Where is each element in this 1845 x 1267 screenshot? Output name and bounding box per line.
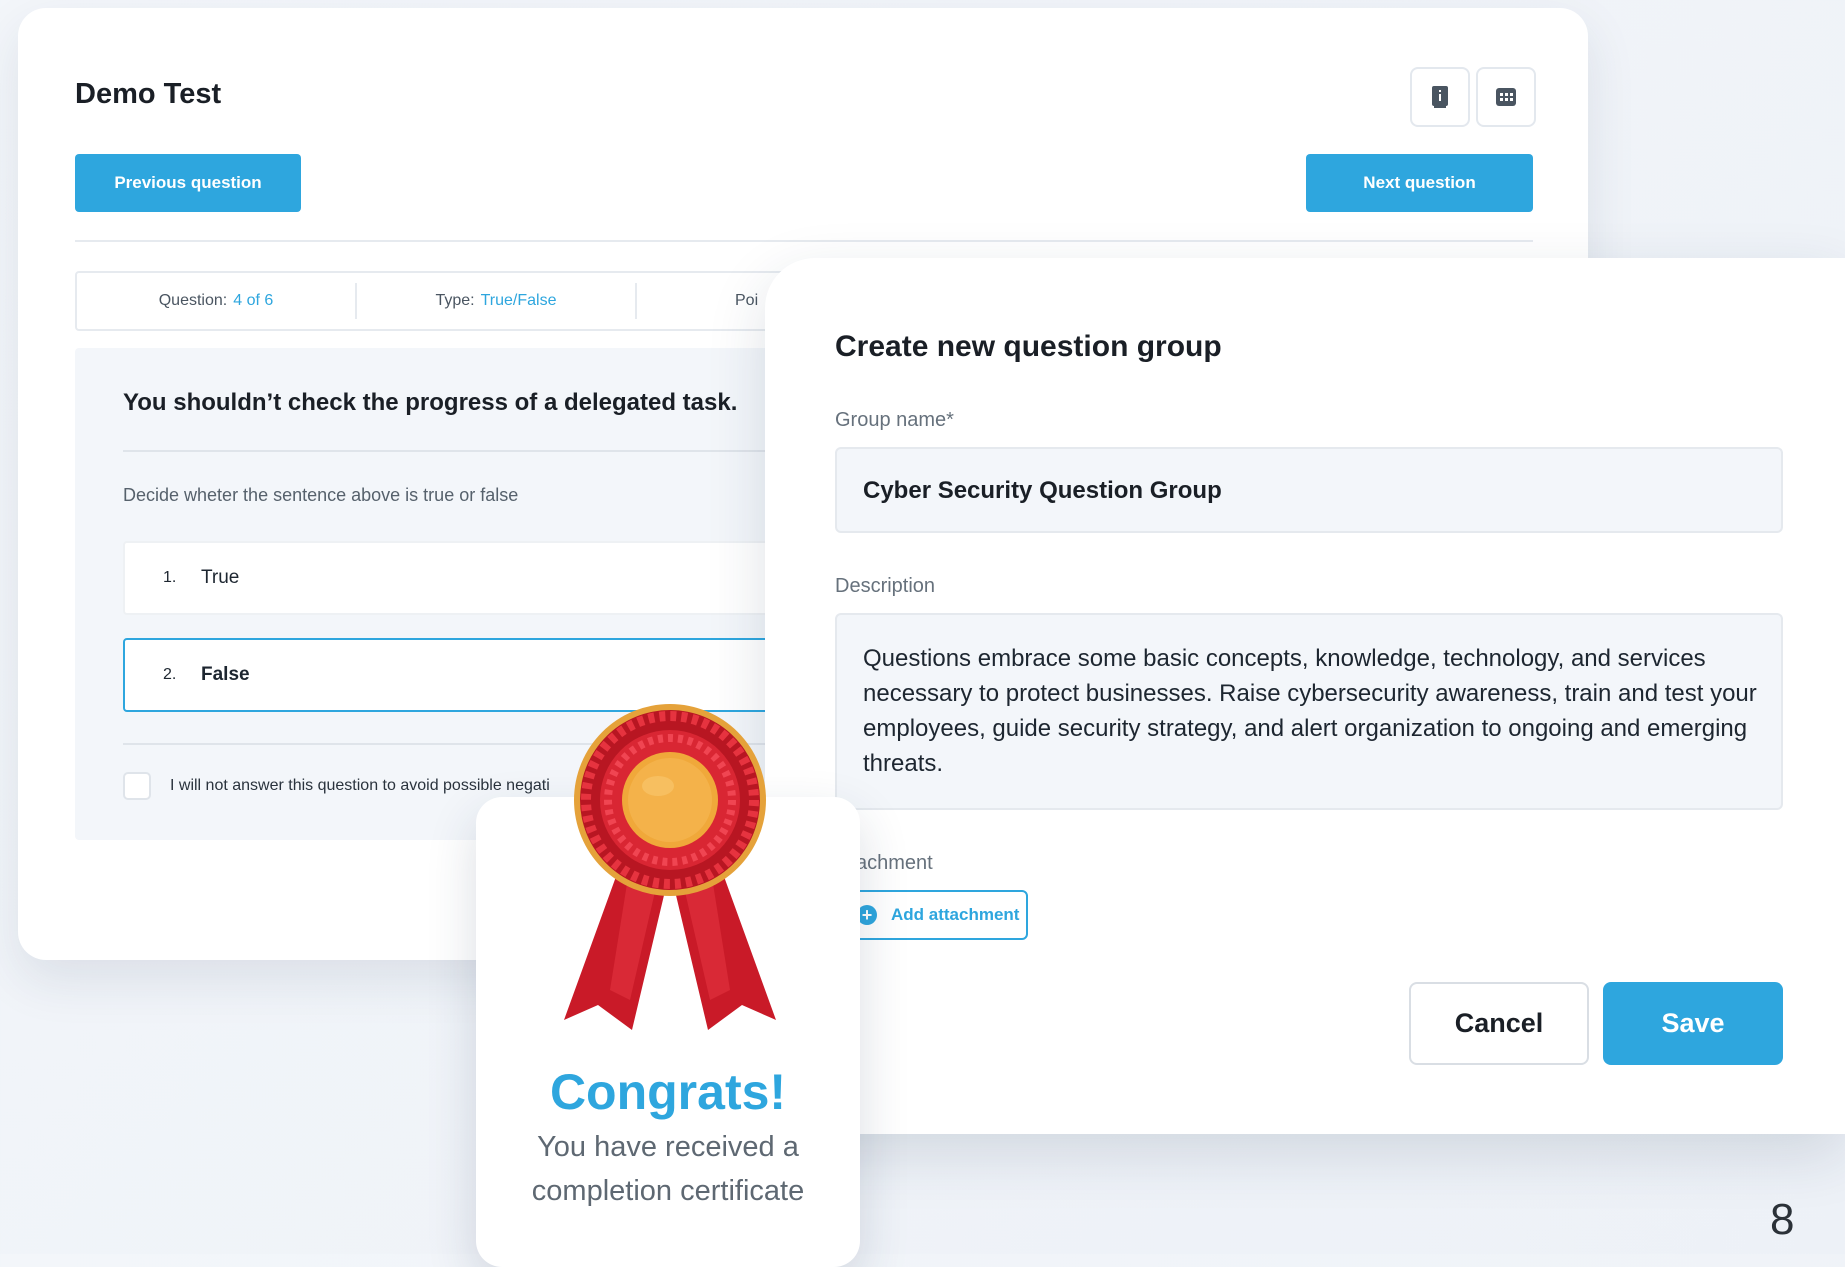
grid-icon: [1496, 88, 1516, 106]
divider: [75, 240, 1533, 242]
question-text: You shouldn’t check the progress of a de…: [123, 389, 738, 416]
option-number: 2.: [163, 666, 177, 683]
save-button[interactable]: Save: [1603, 982, 1783, 1065]
skip-question-checkbox[interactable]: [123, 772, 151, 800]
skip-question-label: I will not answer this question to avoid…: [170, 777, 550, 794]
grid-button[interactable]: [1476, 67, 1536, 127]
question-points-label: Poi: [735, 292, 759, 309]
award-ribbon-icon: [564, 704, 776, 1030]
question-counter-value: 4 of 6: [233, 292, 274, 309]
book-icon: [1432, 86, 1448, 108]
question-counter-label: Question:: [158, 292, 228, 309]
book-button[interactable]: [1410, 67, 1470, 127]
page-number: 8: [1770, 1195, 1795, 1244]
congrats-subtitle-line1: You have received a: [537, 1131, 799, 1163]
group-name-label: Group name*: [835, 409, 954, 431]
group-name-value: Cyber Security Question Group: [863, 477, 1222, 504]
previous-question-button[interactable]: Previous question: [75, 154, 301, 212]
plus-icon: +: [857, 905, 877, 925]
description-label: Description: [835, 575, 936, 597]
attachment-label: achment: [856, 852, 933, 874]
description-textarea[interactable]: Questions embrace some basic concepts, k…: [835, 613, 1783, 810]
group-name-input[interactable]: Cyber Security Question Group: [835, 447, 1783, 533]
congrats-subtitle: You have received a completion certifica…: [476, 1125, 860, 1213]
question-instruction: Decide wheter the sentence above is true…: [123, 485, 519, 505]
question-type-value: True/False: [480, 292, 557, 309]
description-value: Questions embrace some basic concepts, k…: [863, 645, 1757, 777]
cancel-button[interactable]: Cancel: [1409, 982, 1589, 1065]
add-attachment-button[interactable]: + Add attachment: [843, 890, 1028, 940]
question-type-label: Type:: [435, 292, 475, 309]
next-question-button[interactable]: Next question: [1306, 154, 1533, 212]
test-title: Demo Test: [75, 78, 222, 110]
congrats-subtitle-line2: completion certificate: [531, 1175, 805, 1207]
congrats-title: Congrats!: [549, 1064, 787, 1120]
question-type: Type: True/False: [357, 283, 637, 319]
modal-title: Create new question group: [835, 330, 1222, 363]
option-number: 1.: [163, 569, 177, 586]
option-label: True: [201, 567, 240, 588]
question-counter: Question: 4 of 6: [77, 283, 357, 319]
option-label: False: [201, 664, 250, 685]
add-attachment-label: Add attachment: [891, 905, 1020, 924]
